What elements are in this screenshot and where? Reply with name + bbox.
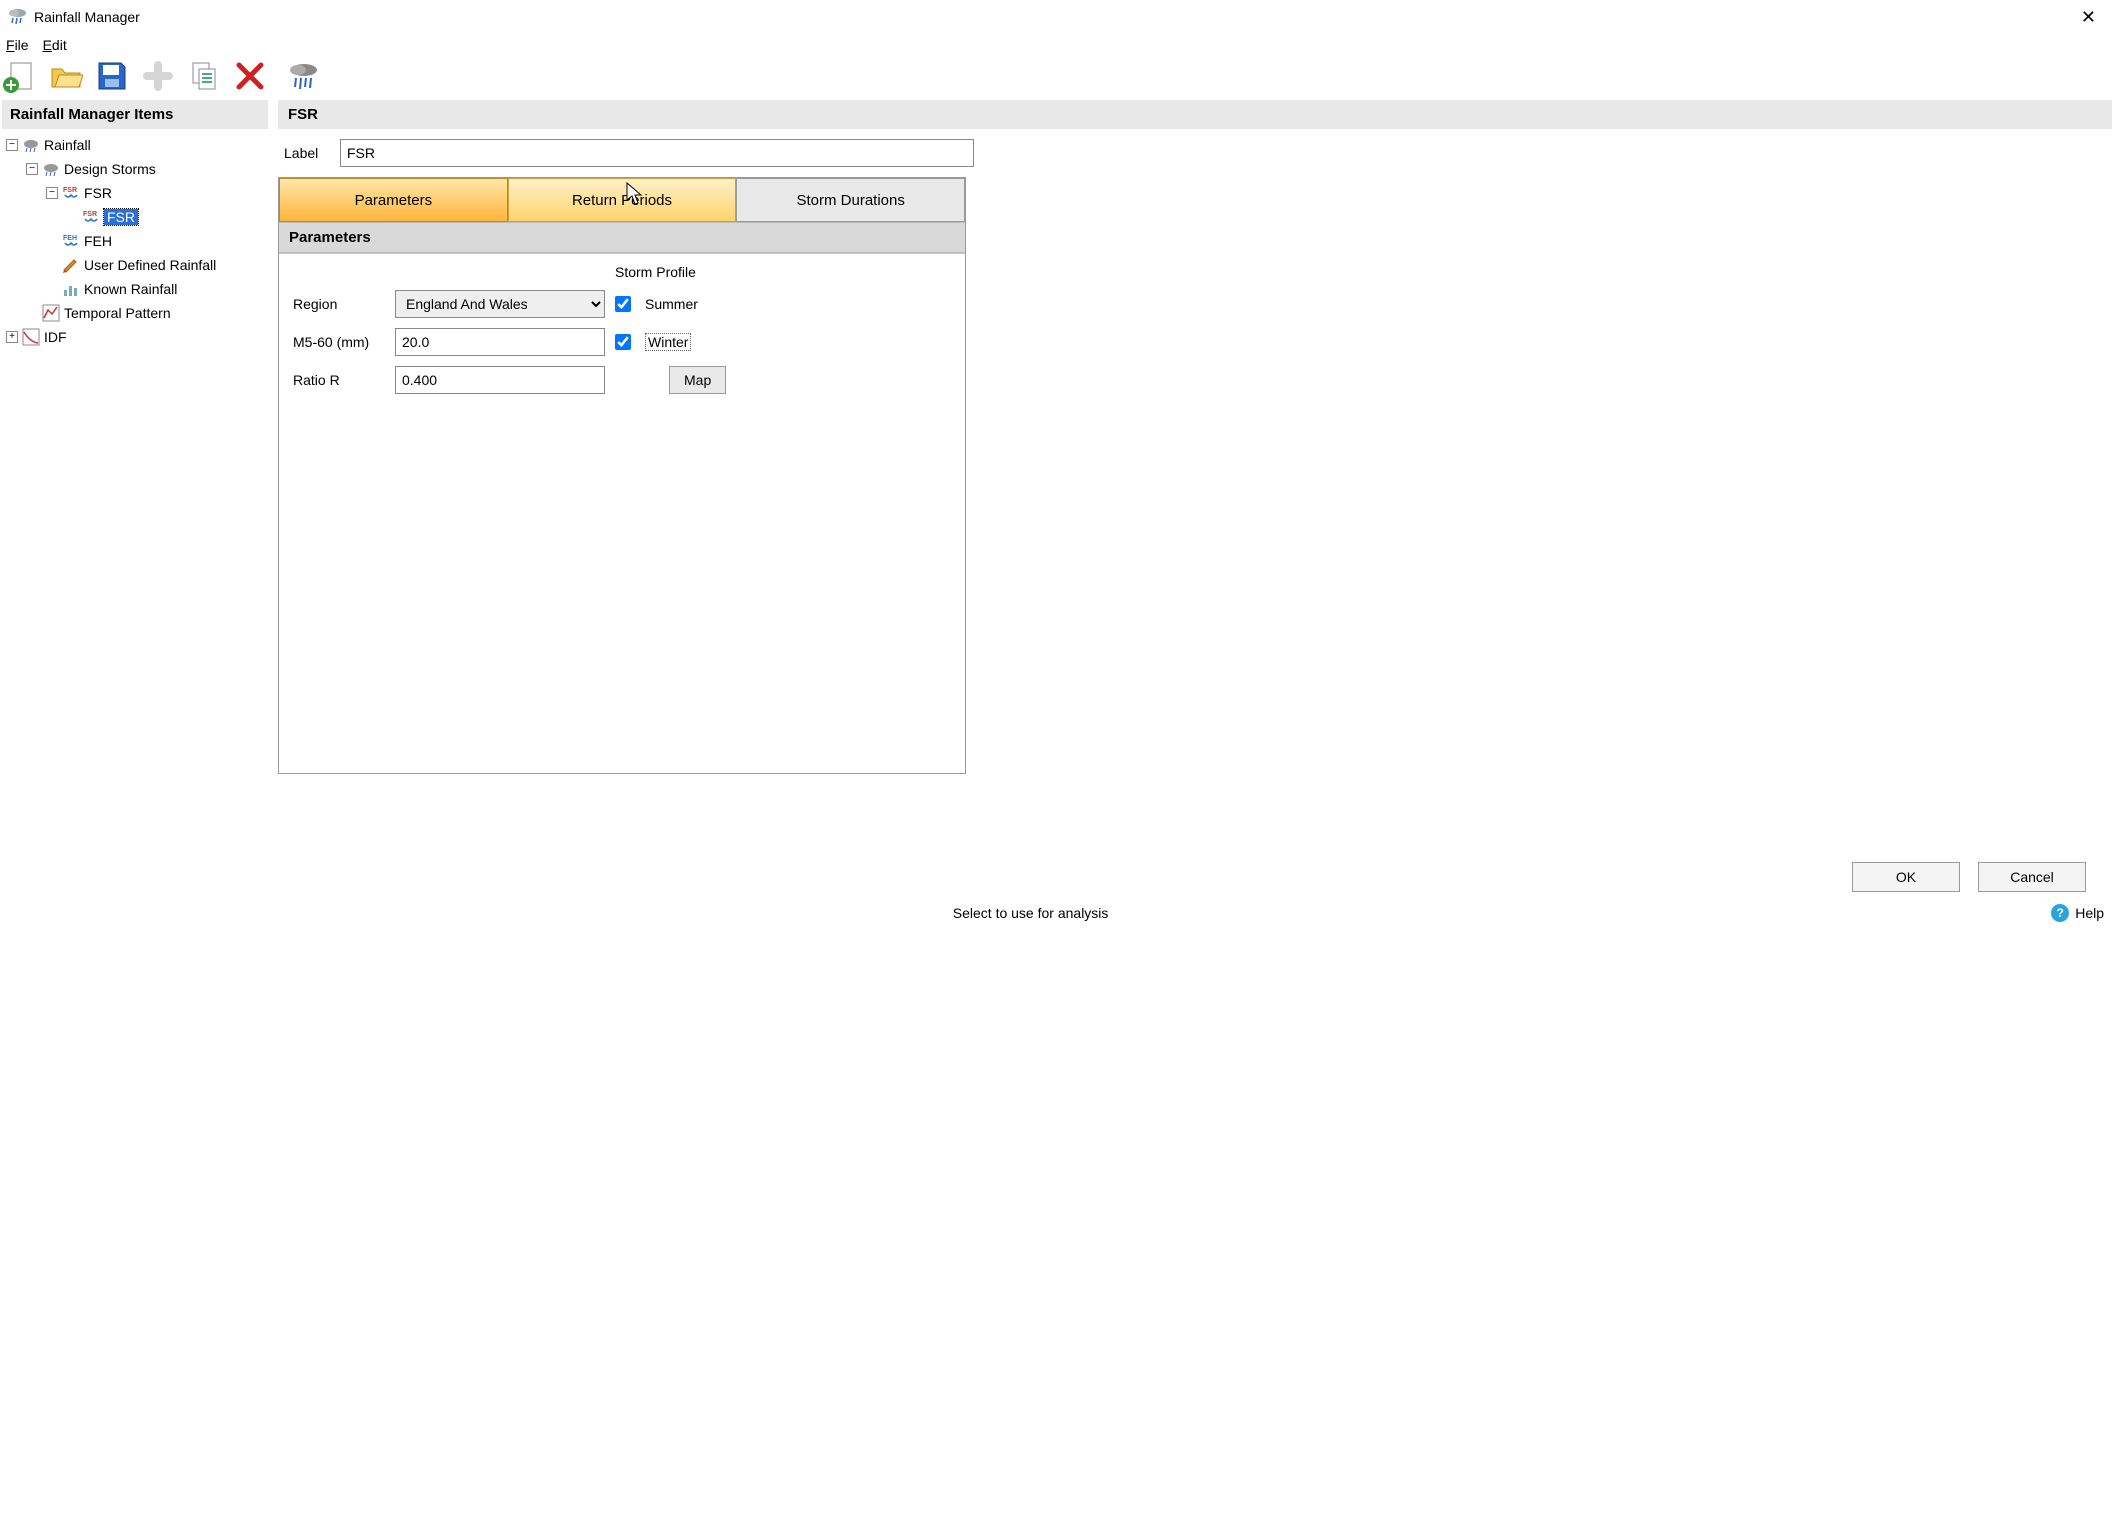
menu-file[interactable]: File xyxy=(6,37,29,53)
region-select[interactable]: England And Wales xyxy=(395,290,605,318)
tab-storm-durations[interactable]: Storm Durations xyxy=(736,178,965,222)
fsr-icon: FSR xyxy=(82,208,100,226)
main-header: FSR xyxy=(278,100,2112,129)
feh-icon: FEH xyxy=(62,232,80,250)
svg-text:FSR: FSR xyxy=(63,187,77,194)
label-row: Label xyxy=(278,129,2112,177)
sidebar-header: Rainfall Manager Items xyxy=(2,100,268,129)
summer-checkbox[interactable] xyxy=(615,296,631,312)
bars-icon xyxy=(62,280,80,298)
add-icon[interactable] xyxy=(140,58,176,94)
section-header: Parameters xyxy=(279,222,965,253)
cloud-icon xyxy=(22,136,40,154)
storm-profile-header: Storm Profile xyxy=(611,264,951,280)
spacer xyxy=(26,307,38,319)
fsr-icon: FSR xyxy=(62,184,80,202)
tab-parameters[interactable]: Parameters xyxy=(279,178,508,222)
winter-checkbox[interactable] xyxy=(615,334,631,350)
region-label: Region xyxy=(293,296,389,312)
cancel-button[interactable]: Cancel xyxy=(1978,862,2086,892)
ratio-input[interactable] xyxy=(395,366,605,394)
label-caption: Label xyxy=(284,145,340,161)
m560-input[interactable] xyxy=(395,328,605,356)
tree-design-storms[interactable]: − Design Storms xyxy=(6,157,264,181)
tree-user-defined[interactable]: User Defined Rainfall xyxy=(6,253,264,277)
help-label: Help xyxy=(2075,905,2104,921)
menu-edit[interactable]: Edit xyxy=(43,37,67,53)
label-input[interactable] xyxy=(340,139,974,167)
toolbar xyxy=(0,56,2114,100)
help-link[interactable]: ? Help xyxy=(2051,904,2104,922)
m560-label: M5-60 (mm) xyxy=(293,334,389,350)
tree-label: IDF xyxy=(44,329,67,345)
collapse-icon[interactable]: − xyxy=(6,139,18,151)
tree-fsr[interactable]: − FSR FSR xyxy=(6,181,264,205)
close-icon[interactable]: ✕ xyxy=(2071,3,2106,32)
tree-fsr-selected[interactable]: FSR FSR xyxy=(6,205,264,229)
help-icon: ? xyxy=(2051,904,2069,922)
save-icon[interactable] xyxy=(94,58,130,94)
tree-label: User Defined Rainfall xyxy=(84,257,216,273)
svg-text:FEH: FEH xyxy=(63,235,77,242)
tree-label: FSR xyxy=(84,185,112,201)
open-icon[interactable] xyxy=(48,58,84,94)
tree-temporal-pattern[interactable]: Temporal Pattern xyxy=(6,301,264,325)
tree-known-rainfall[interactable]: Known Rainfall xyxy=(6,277,264,301)
tab-return-periods[interactable]: Return Periods xyxy=(508,178,737,222)
tree-label: Design Storms xyxy=(64,161,156,177)
collapse-icon[interactable]: − xyxy=(26,163,38,175)
window-title: Rainfall Manager xyxy=(34,9,140,25)
tabs-container: Parameters Return Periods Storm Duration… xyxy=(278,177,966,774)
svg-text:FSR: FSR xyxy=(83,211,97,218)
map-button[interactable]: Map xyxy=(669,366,726,394)
tree-label: Rainfall xyxy=(44,137,91,153)
tree-rainfall[interactable]: − Rainfall xyxy=(6,133,264,157)
expand-icon[interactable]: + xyxy=(6,331,18,343)
winter-label: Winter xyxy=(645,333,691,351)
cloud-icon xyxy=(42,160,60,178)
rain-icon[interactable] xyxy=(286,58,322,94)
ok-button[interactable]: OK xyxy=(1852,862,1960,892)
ratio-label: Ratio R xyxy=(293,372,389,388)
body: Rainfall Manager Items − Rainfall − Desi… xyxy=(0,100,2114,854)
chart-icon xyxy=(22,328,40,346)
titlebar: Rainfall Manager ✕ xyxy=(0,0,2114,34)
tree-idf[interactable]: + IDF xyxy=(6,325,264,349)
tree-label: Temporal Pattern xyxy=(64,305,171,321)
pencil-icon xyxy=(62,256,80,274)
status-text: Select to use for analysis xyxy=(953,905,1109,921)
main-panel: FSR Label Parameters Return Periods Stor… xyxy=(278,100,2112,854)
collapse-icon[interactable]: − xyxy=(46,187,58,199)
chart-icon xyxy=(42,304,60,322)
app-icon xyxy=(8,6,28,29)
tabs: Parameters Return Periods Storm Duration… xyxy=(279,178,965,222)
window: Rainfall Manager ✕ File Edit xyxy=(0,0,2114,930)
parameters-form: Storm Profile Region England And Wales S… xyxy=(279,253,965,773)
tree-label: Known Rainfall xyxy=(84,281,177,297)
delete-icon[interactable] xyxy=(232,58,268,94)
tree-feh[interactable]: FEH FEH xyxy=(6,229,264,253)
statusbar: Select to use for analysis ? Help xyxy=(0,900,2114,930)
new-icon[interactable] xyxy=(2,58,38,94)
menubar: File Edit xyxy=(0,34,2114,56)
tree-label: FSR xyxy=(104,209,138,225)
copy-icon[interactable] xyxy=(186,58,222,94)
summer-label: Summer xyxy=(645,296,951,312)
tree-label: FEH xyxy=(84,233,112,249)
sidebar: Rainfall Manager Items − Rainfall − Desi… xyxy=(2,100,268,854)
tree: − Rainfall − Design Storms − xyxy=(2,129,268,353)
footer-buttons: OK Cancel xyxy=(0,854,2114,900)
